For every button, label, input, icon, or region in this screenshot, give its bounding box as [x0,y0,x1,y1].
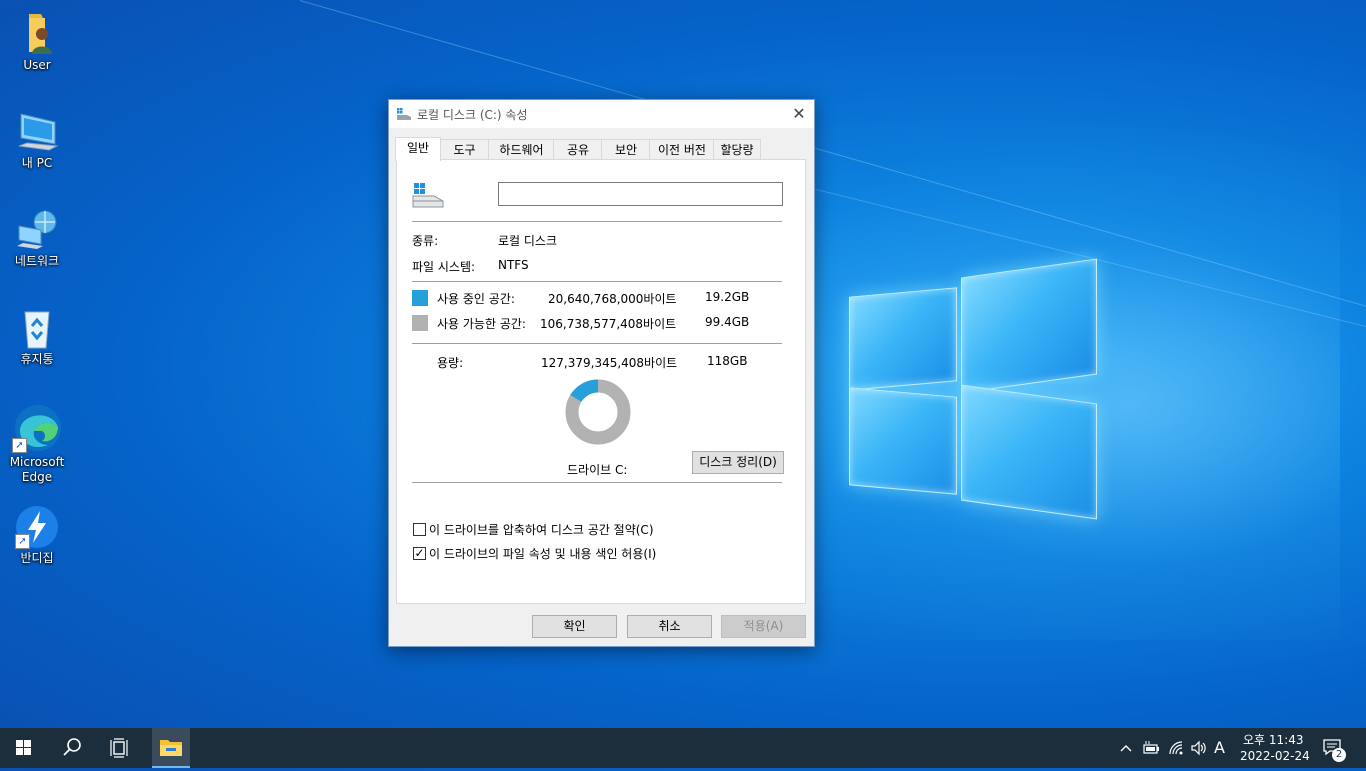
taskbar: A 오후 11:43 2022-02-24 2 [0,728,1366,768]
close-button[interactable]: ✕ [784,100,814,128]
general-tab-panel: 종류: 로컬 디스크 파일 시스템: NTFS 사용 중인 공간: 20,640… [396,159,806,604]
index-checkbox-label[interactable]: 이 드라이브의 파일 속성 및 내용 색인 허용(I) [429,545,656,562]
network-wifi-icon[interactable] [1168,740,1184,756]
properties-dialog: 로컬 디스크 (C:) 속성 ✕ 일반 도구 하드웨어 공유 보안 이전 버전 … [388,99,815,647]
desktop-icon-label: 휴지통 [20,352,54,366]
action-center-button[interactable]: 2 [1322,738,1348,762]
clock-date[interactable]: 2022-02-24 [1240,749,1310,763]
desktop-icon-edge[interactable]: ➚ Microsoft Edge [6,403,68,485]
windows-start-icon [16,740,31,755]
task-view-button[interactable] [96,728,144,768]
file-explorer-icon [160,740,182,756]
free-space-size: 99.4GB [705,315,750,329]
user-folder-icon [15,12,59,56]
drive-letter-label: 드라이브 C: [567,463,628,477]
divider [412,482,782,483]
type-value: 로컬 디스크 [498,234,558,248]
cancel-button[interactable]: 취소 [627,615,712,638]
desktop-icon-label: Microsoft [9,455,65,469]
free-space-label: 사용 가능한 공간: [437,317,526,331]
divider [412,343,782,344]
apply-button[interactable]: 적용(A) [721,615,806,638]
task-view-icon [110,738,128,758]
search-button[interactable] [48,728,96,768]
compress-checkbox-label[interactable]: 이 드라이브를 압축하여 디스크 공간 절약(C) [429,521,654,538]
computer-icon [15,110,59,154]
drive-icon [412,183,444,208]
tab-hardware[interactable]: 하드웨어 [488,139,555,160]
capacity-size: 118GB [707,354,748,368]
desktop-icon-label: Edge [21,470,53,484]
desktop-icon-this-pc[interactable]: 내 PC [6,110,68,171]
type-label: 종류: [412,234,439,248]
filesystem-value: NTFS [498,258,529,272]
volume-icon[interactable] [1190,740,1208,756]
disk-usage-donut-chart [565,379,631,445]
tab-sharing[interactable]: 공유 [553,139,603,160]
wallpaper-windows-logo [849,258,1097,520]
notification-count-badge: 2 [1332,748,1346,762]
used-space-swatch [412,290,428,306]
capacity-label: 용량: [437,356,464,370]
ok-button[interactable]: 확인 [532,615,617,638]
search-icon [63,738,81,756]
divider [412,221,782,222]
desktop-icon-network[interactable]: 네트워크 [6,208,68,269]
compress-checkbox[interactable] [413,523,426,536]
filesystem-label: 파일 시스템: [412,260,476,274]
shortcut-arrow-icon: ➚ [15,534,30,549]
drive-name-input[interactable] [498,182,783,206]
drive-icon [397,108,411,120]
used-space-label: 사용 중인 공간: [437,292,515,306]
disk-cleanup-button[interactable]: 디스크 정리(D) [692,451,784,474]
shortcut-arrow-icon: ➚ [12,438,27,453]
clock-time[interactable]: 오후 11:43 [1243,731,1303,748]
free-space-bytes: 106,738,577,408바이트 [540,317,677,331]
desktop-icon-label: 반디집 [20,551,54,565]
tab-security[interactable]: 보안 [601,139,651,160]
recycle-bin-icon [15,306,59,350]
tab-general[interactable]: 일반 [395,137,441,161]
bandizip-icon: ➚ [15,505,59,549]
ime-indicator[interactable]: A [1214,738,1225,757]
desktop-icon-label: 네트워크 [14,254,60,268]
dialog-title: 로컬 디스크 (C:) 속성 [417,108,528,122]
taskbar-file-explorer[interactable] [152,728,190,768]
network-icon [15,208,59,252]
index-checkbox[interactable]: ✓ [413,547,426,560]
start-button[interactable] [0,728,48,768]
desktop-icon-user[interactable]: User [6,12,68,73]
battery-icon[interactable] [1142,740,1160,756]
chevron-up-icon[interactable] [1118,740,1134,756]
desktop-icon-label: User [23,58,51,72]
title-bar[interactable]: 로컬 디스크 (C:) 속성 ✕ [389,100,814,128]
capacity-bytes: 127,379,345,408바이트 [541,356,678,370]
desktop-icon-label: 내 PC [21,156,53,170]
tab-tools[interactable]: 도구 [439,139,490,160]
free-space-swatch [412,315,428,331]
used-space-bytes: 20,640,768,000바이트 [548,292,677,306]
desktop-icon-recycle-bin[interactable]: 휴지통 [6,306,68,367]
divider [412,281,782,282]
desktop-icon-bandizip[interactable]: ➚ 반디집 [6,505,68,566]
tab-quota[interactable]: 할당량 [713,139,761,160]
edge-icon: ➚ [12,403,62,453]
used-space-size: 19.2GB [705,290,750,304]
tab-previous-versions[interactable]: 이전 버전 [649,139,715,160]
